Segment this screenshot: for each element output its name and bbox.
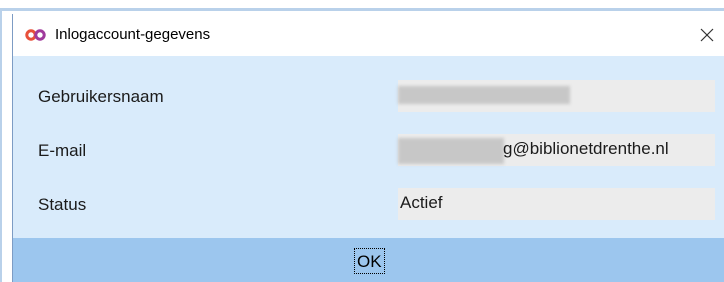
status-label: Status — [38, 195, 87, 214]
email-value: g@biblionetdrenthe.nl — [503, 139, 669, 158]
username-label: Gebruikersnaam — [38, 87, 164, 106]
window-title: Inlogaccount-gegevens — [55, 26, 211, 43]
username-field[interactable] — [398, 80, 715, 112]
email-label: E-mail — [38, 141, 87, 160]
close-button[interactable] — [692, 20, 722, 50]
background-window-border — [0, 8, 724, 11]
close-icon — [700, 28, 714, 42]
redacted-email-prefix — [398, 138, 504, 164]
redacted-username — [398, 86, 570, 104]
login-account-dialog: Inlogaccount-gegevens Gebruikersnaam E-m… — [12, 14, 724, 282]
status-value: Actief — [400, 193, 443, 212]
title-bar[interactable]: Inlogaccount-gegevens — [13, 14, 724, 56]
status-field[interactable]: Actief — [398, 188, 715, 220]
background-window-left-border — [0, 10, 2, 282]
infinity-logo-icon — [25, 28, 47, 42]
email-field[interactable]: g@biblionetdrenthe.nl — [398, 134, 715, 166]
ok-button[interactable]: OK — [354, 248, 385, 274]
button-bar: OK — [13, 238, 724, 282]
screen: Inlogaccount-gegevens Gebruikersnaam E-m… — [0, 0, 724, 282]
